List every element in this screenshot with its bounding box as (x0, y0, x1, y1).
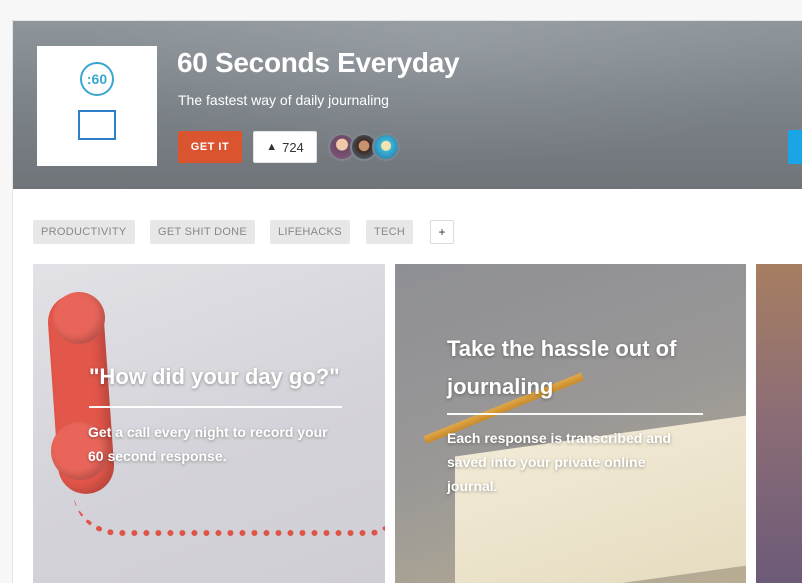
upvote-arrow-icon: ▲ (266, 141, 278, 153)
phone-cord-image (73, 490, 385, 536)
avatar[interactable] (372, 133, 400, 161)
slide-heading: "How did your day go?" (89, 364, 340, 389)
slide-heading: Take the hassle out of journaling (447, 336, 677, 399)
tag-tech[interactable]: TECH (366, 220, 414, 244)
gallery-slide[interactable]: "How did your day go?" Get a call every … (33, 264, 385, 583)
clock-badge-icon: :60 (80, 62, 114, 96)
tag-get-shit-done[interactable]: GET SHIT DONE (150, 220, 256, 244)
add-tag-button[interactable]: + (430, 220, 454, 244)
gallery-slide[interactable]: Take the hassle out of journaling Each r… (395, 264, 746, 583)
product-page: :60 60 Seconds Everyday The fastest way … (12, 20, 802, 583)
slide-body: Each response is transcribed and saved i… (447, 430, 672, 494)
tag-lifehacks[interactable]: LIFEHACKS (270, 220, 350, 244)
upvote-count: 724 (282, 139, 304, 155)
side-action-button[interactable] (788, 130, 802, 164)
slide-divider (89, 406, 342, 408)
product-title: 60 Seconds Everyday (177, 47, 460, 78)
tag-productivity[interactable]: PRODUCTIVITY (33, 220, 135, 244)
get-it-button[interactable]: GET IT (178, 131, 242, 163)
journal-box-icon (78, 110, 116, 140)
slide-divider (447, 413, 703, 415)
product-logo: :60 (37, 46, 157, 166)
slide-body: Get a call every night to record your 60… (88, 424, 328, 464)
upvote-button[interactable]: ▲ 724 (253, 131, 317, 163)
product-tagline: The fastest way of daily journaling (178, 92, 389, 108)
handset-earpiece-image (53, 292, 105, 344)
product-header: :60 60 Seconds Everyday The fastest way … (13, 21, 802, 189)
gallery-slide[interactable] (756, 264, 802, 583)
